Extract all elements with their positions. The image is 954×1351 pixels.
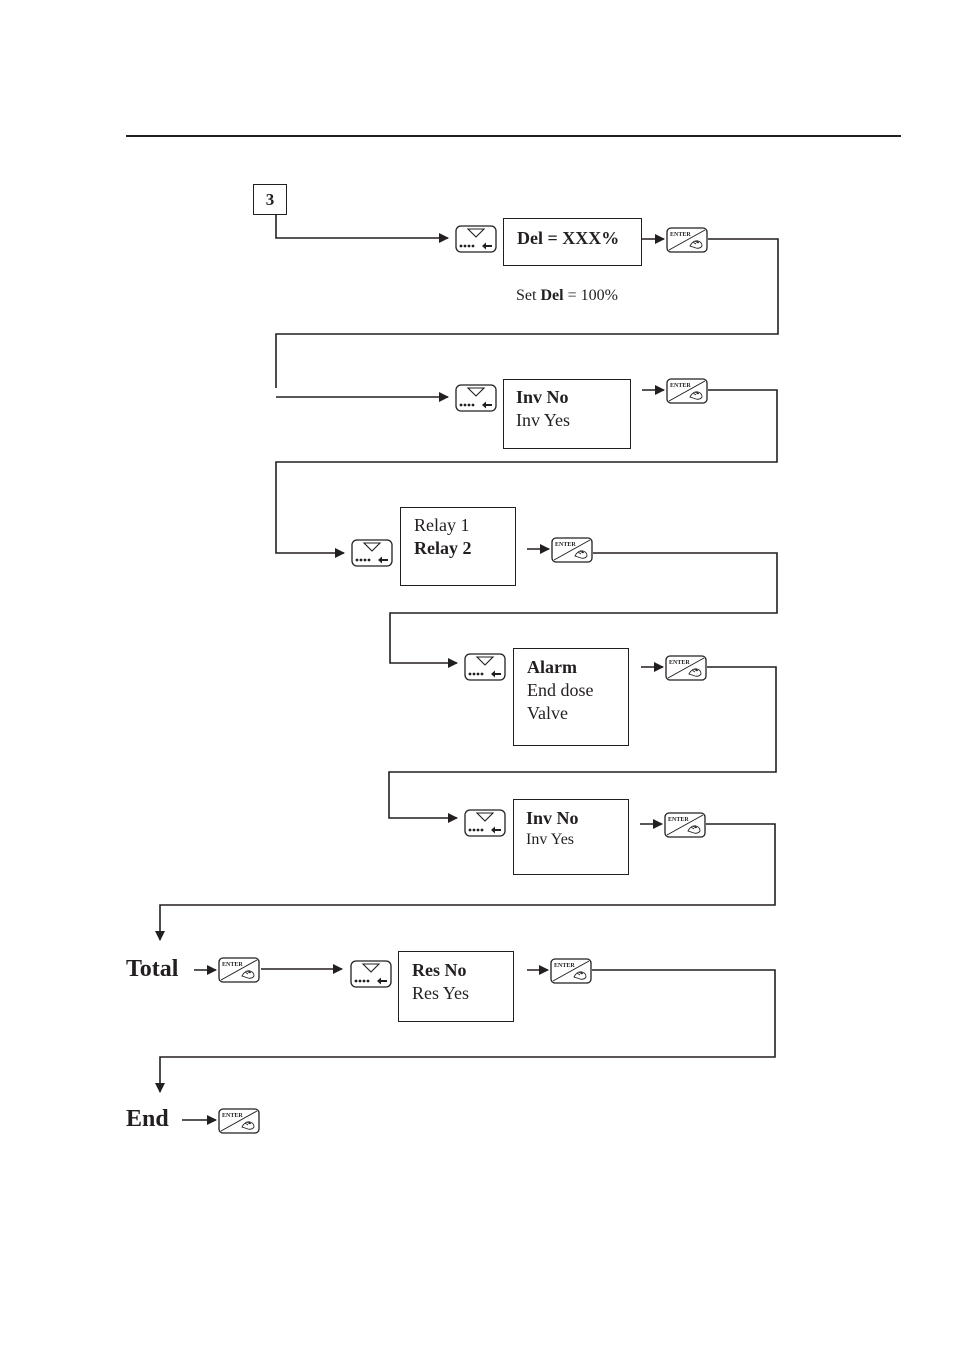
enter-key-icon: ENTER: [664, 812, 706, 840]
enter-key-icon: ENTER: [551, 537, 593, 565]
enter-key-icon: ENTER: [666, 378, 708, 406]
scroll-arrow-key-icon: [455, 384, 497, 412]
scroll-arrow-key-icon: [350, 960, 392, 988]
scroll-arrow-key-icon: [464, 809, 506, 837]
display-box-alarm: Alarm End dose Valve: [513, 648, 629, 746]
svg-text:ENTER: ENTER: [668, 817, 689, 823]
display-line: Inv Yes: [526, 831, 575, 848]
display-line: Valve: [527, 703, 568, 723]
svg-text:ENTER: ENTER: [554, 963, 575, 969]
del-note: Set Del = 100%: [516, 287, 618, 305]
display-line: Relay 2: [414, 538, 472, 558]
display-box-del: Del = XXX%: [503, 218, 642, 266]
connector-loop-5: [155, 823, 776, 941]
note-suffix: = 100%: [563, 287, 618, 304]
svg-text:ENTER: ENTER: [669, 660, 690, 666]
note-prefix: Set: [516, 287, 541, 304]
enter-key-icon: ENTER: [218, 957, 260, 985]
display-line: Del = XXX%: [517, 228, 620, 248]
display-box-inv-1: Inv No Inv Yes: [503, 379, 631, 449]
connector-start: [275, 215, 449, 243]
display-line: Res No: [412, 960, 467, 980]
svg-text:ENTER: ENTER: [222, 1113, 243, 1119]
total-label: Total: [126, 956, 179, 982]
display-line: Res Yes: [412, 983, 470, 1003]
enter-key-icon: ENTER: [665, 655, 707, 683]
enter-key-icon: ENTER: [550, 958, 592, 986]
display-line: Inv No: [516, 387, 569, 407]
display-box-relay: Relay 1 Relay 2: [400, 507, 516, 586]
svg-text:ENTER: ENTER: [555, 542, 576, 548]
svg-text:ENTER: ENTER: [222, 962, 243, 968]
display-line: Relay 1: [414, 515, 470, 535]
display-line: Inv No: [526, 808, 579, 828]
note-bold: Del: [540, 287, 564, 304]
scroll-arrow-key-icon: [351, 539, 393, 567]
display-line: Inv Yes: [516, 410, 571, 430]
svg-text:ENTER: ENTER: [670, 232, 691, 238]
svg-text:ENTER: ENTER: [670, 383, 691, 389]
display-box-res: Res No Res Yes: [398, 951, 514, 1022]
enter-key-icon: ENTER: [666, 227, 708, 255]
step-marker: 3: [253, 184, 287, 215]
enter-key-icon: ENTER: [218, 1108, 260, 1136]
scroll-arrow-key-icon: [464, 653, 506, 681]
display-line: End dose: [527, 680, 594, 700]
scroll-arrow-key-icon: [455, 225, 497, 253]
end-label: End: [126, 1106, 169, 1132]
display-box-inv-2: Inv No Inv Yes: [513, 799, 629, 875]
display-line: Alarm: [527, 657, 577, 677]
